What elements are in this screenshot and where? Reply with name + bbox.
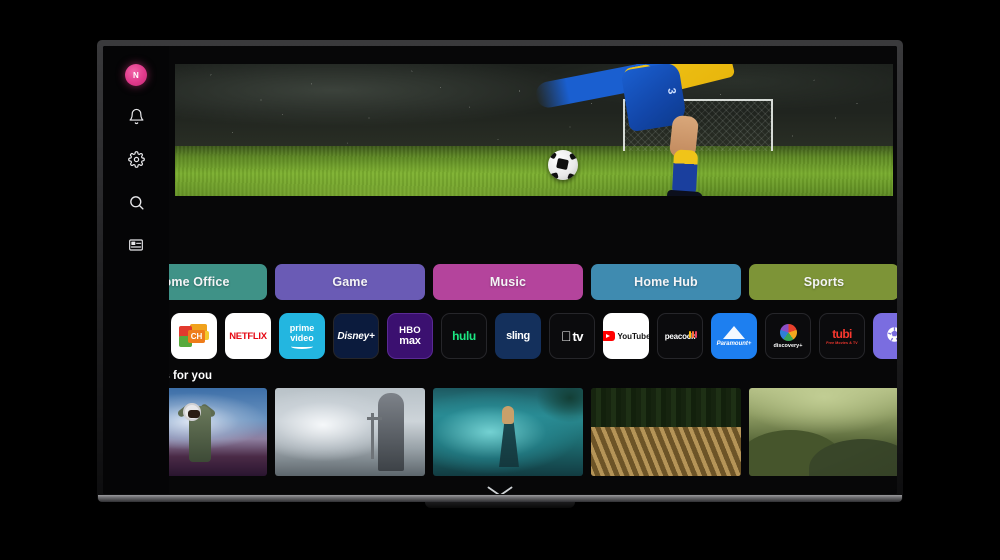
app-launcher-row: APPS CH NETFLIX prime	[117, 313, 897, 359]
app-label-secondary: max	[399, 334, 421, 347]
app-label: tv	[567, 328, 583, 344]
app-label: prime	[289, 322, 315, 333]
top-pick-knight[interactable]	[275, 388, 425, 476]
input-source-icon	[128, 237, 144, 253]
television-set: N 3 Home Office Game Music Home Hub Spor…	[97, 40, 903, 508]
discovery-globe-icon	[779, 323, 797, 341]
category-row: Home Office Game Music Home Hub Sports	[117, 264, 897, 300]
app-tile-paramount-plus[interactable]: Paramount+	[711, 313, 757, 359]
soccer-player	[475, 64, 745, 196]
lg-channels-icon: CH	[179, 324, 209, 348]
tv-bezel: N 3 Home Office Game Music Home Hub Spor…	[97, 40, 903, 502]
category-label: Game	[332, 275, 368, 289]
top-pick-woman-mist[interactable]	[433, 388, 583, 476]
top-pick-maze[interactable]	[591, 388, 741, 476]
app-label-secondary: video	[290, 332, 314, 343]
app-tile-sling[interactable]: sling	[495, 313, 541, 359]
category-tile-game[interactable]: Game	[275, 264, 425, 300]
category-tile-sports[interactable]: Sports	[749, 264, 897, 300]
sidebar-item-search[interactable]	[123, 189, 149, 215]
soccer-ball	[548, 150, 578, 180]
apple-icon: 	[561, 329, 572, 343]
category-label: Sports	[803, 275, 845, 289]
app-label: NETFLIX	[229, 330, 267, 342]
app-tile-peacock[interactable]: peacock	[657, 313, 703, 359]
tv-screen: N 3 Home Office Game Music Home Hub Spor…	[103, 46, 897, 494]
app-tile-discovery-plus[interactable]: discovery+	[765, 313, 811, 359]
app-label: discovery+	[773, 342, 803, 349]
app-label: CH	[188, 330, 205, 343]
paramount-mountain-icon	[723, 325, 745, 339]
category-label: Music	[489, 275, 527, 289]
category-label: Home Hub	[634, 275, 698, 289]
category-tile-music[interactable]: Music	[433, 264, 583, 300]
profile-avatar[interactable]: N	[125, 64, 147, 86]
tv-home-ui: N 3 Home Office Game Music Home Hub Spor…	[103, 46, 897, 494]
app-tile-hulu[interactable]: hulu	[441, 313, 487, 359]
soccer-ball-icon	[884, 324, 897, 348]
tv-stand	[425, 502, 575, 508]
app-tile-hbo-max[interactable]: HBO max	[387, 313, 433, 359]
sidebar-item-inputs[interactable]	[123, 232, 149, 258]
app-tile-youtube[interactable]: YouTube	[603, 313, 649, 359]
app-label: Disney+	[337, 330, 375, 342]
prime-smile-icon	[291, 344, 313, 349]
search-icon	[128, 194, 145, 211]
app-label: hulu	[452, 329, 476, 343]
youtube-play-icon	[603, 331, 616, 341]
category-tile-home-hub[interactable]: Home Hub	[591, 264, 741, 300]
app-tile-netflix[interactable]: NETFLIX	[225, 313, 271, 359]
app-label: YouTube	[617, 331, 649, 341]
top-picks-row	[117, 388, 897, 476]
app-tile-sports[interactable]	[873, 313, 897, 359]
app-tile-lg-channels[interactable]: CH	[171, 313, 217, 359]
screenshot-root: N 3 Home Office Game Music Home Hub Spor…	[0, 0, 1000, 560]
chevron-down-icon	[487, 484, 513, 494]
app-tile-prime-video[interactable]: prime video	[279, 313, 325, 359]
app-label: Paramount+	[716, 340, 752, 347]
app-tile-apple-tv[interactable]:  tv	[549, 313, 595, 359]
bell-icon	[128, 108, 145, 125]
app-label: tubi	[832, 326, 852, 341]
profile-initial: N	[133, 70, 139, 80]
gear-icon	[127, 150, 145, 168]
top-pick-hills[interactable]	[749, 388, 897, 476]
app-label: sling	[506, 330, 530, 342]
sidebar-item-notifications[interactable]	[123, 103, 149, 129]
hero-banner[interactable]	[175, 64, 893, 196]
app-tile-disney-plus[interactable]: Disney+	[333, 313, 379, 359]
app-tile-tubi[interactable]: tubi Free Movies & TV	[819, 313, 865, 359]
sidebar-item-settings[interactable]	[123, 146, 149, 172]
peacock-feathers-icon	[689, 331, 697, 338]
scroll-down-indicator[interactable]	[487, 484, 513, 494]
sidebar: N	[103, 46, 169, 494]
tv-bottom-bezel	[98, 495, 902, 502]
app-label: HBO	[399, 324, 421, 336]
app-label-secondary: Free Movies & TV	[826, 340, 858, 345]
